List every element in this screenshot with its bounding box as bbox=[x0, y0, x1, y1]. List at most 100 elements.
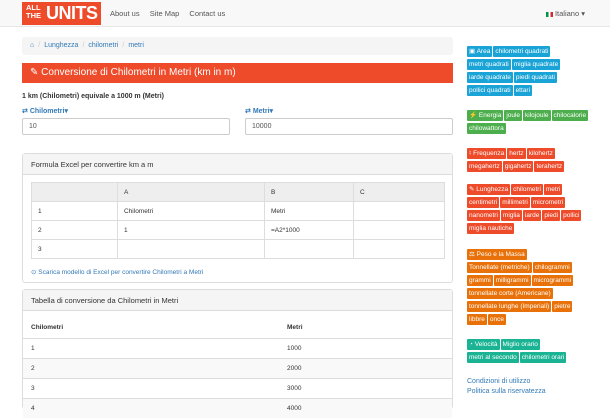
unit-link[interactable]: chilogrammi bbox=[532, 262, 572, 273]
unit-link[interactable]: joule bbox=[504, 110, 523, 121]
unit-link[interactable]: hertz bbox=[507, 148, 526, 159]
excel-panel-heading: Formula Excel per convertire km a m bbox=[23, 154, 452, 175]
unit-link[interactable]: once bbox=[487, 314, 507, 325]
category-link[interactable]: ♮ Frequenza bbox=[467, 148, 507, 159]
unit-link[interactable]: metri quadrati bbox=[467, 59, 511, 70]
unit-link[interactable]: miglia quadrate bbox=[511, 59, 561, 70]
link-label: megahertz bbox=[469, 163, 500, 170]
link-label: libbre bbox=[469, 316, 485, 323]
category-link[interactable]: ◔ Velocità bbox=[467, 339, 500, 350]
site-logo[interactable]: ALL THE UNITS bbox=[22, 2, 101, 25]
link-label: metri bbox=[545, 186, 561, 193]
unit-link[interactable]: piedi bbox=[542, 210, 561, 221]
link-label: Velocità bbox=[474, 341, 498, 348]
conversion-table: Chilometri Metri 1 1000 2 2000 3 3000 4 4000 bbox=[23, 318, 452, 418]
to-value-input[interactable]: 10000 bbox=[245, 118, 453, 135]
unit-link[interactable]: metri al secondo bbox=[467, 352, 519, 363]
from-unit-dropdown[interactable]: ⇄ Chilometri▾ bbox=[22, 107, 68, 115]
unit-link[interactable]: pollici quadrati bbox=[467, 85, 513, 96]
link-label: Miglio orario bbox=[502, 341, 538, 348]
unit-link[interactable]: Miglio orario bbox=[500, 339, 540, 350]
unit-link[interactable]: millimetri bbox=[500, 197, 530, 208]
page-title: ✎ Conversione di Chilometri in Metri (km… bbox=[22, 63, 453, 83]
unit-link[interactable]: terahertz bbox=[534, 161, 565, 172]
unit-link[interactable]: kilohertz bbox=[526, 148, 555, 159]
link-label: kilojoule bbox=[525, 112, 549, 119]
nav-sitemap-link[interactable]: Site Map bbox=[150, 9, 180, 18]
link-label: chilometri quadrati bbox=[495, 48, 549, 55]
sidebar-group: ✎ Lunghezza chilometri metri centimetri mill… bbox=[467, 184, 591, 236]
unit-link[interactable]: chilometri quadrati bbox=[493, 46, 551, 57]
breadcrumb-chilometri[interactable]: chilometri bbox=[88, 42, 118, 49]
unit-link[interactable]: megahertz bbox=[467, 161, 502, 172]
unit-link[interactable]: ettari bbox=[513, 85, 533, 96]
link-label: iarde quadrate bbox=[469, 74, 511, 81]
link-label: chilogrammi bbox=[534, 264, 570, 271]
italy-flag-icon bbox=[545, 11, 553, 17]
link-label: miglia quadrate bbox=[513, 61, 559, 68]
unit-link[interactable]: chilocalorie bbox=[551, 110, 589, 121]
link-label: Area bbox=[476, 48, 491, 55]
unit-link[interactable]: pollici bbox=[561, 210, 582, 221]
table-row: 4 4000 bbox=[23, 397, 452, 418]
nav-about-link[interactable]: About us bbox=[110, 9, 140, 18]
link-label: piedi quadrati bbox=[515, 74, 555, 81]
unit-link[interactable]: iarde quadrate bbox=[467, 72, 513, 83]
unit-link[interactable]: gigahertz bbox=[502, 161, 534, 172]
unit-link[interactable]: centimetri bbox=[467, 197, 500, 208]
conversion-table-heading: Tabella di conversione da Chilometri in … bbox=[23, 290, 452, 311]
nav-contact-link[interactable]: Contact us bbox=[189, 9, 225, 18]
link-label: metri al secondo bbox=[469, 354, 517, 361]
table-row: 2 2000 bbox=[23, 357, 452, 378]
sidebar-group: ⚖ Peso e la Massa Tonnellate (metriche) ch… bbox=[467, 249, 591, 327]
unit-link[interactable]: iarde bbox=[522, 210, 542, 221]
to-unit-dropdown[interactable]: ⇄ Metri▾ bbox=[245, 107, 273, 115]
unit-link[interactable]: grammi bbox=[467, 275, 493, 286]
excel-table: ABC 1 Chilometri Metri 2 1 =A2*1000 3 bbox=[31, 182, 445, 259]
link-label: chilometri orari bbox=[521, 354, 565, 361]
unit-link[interactable]: microgrammi bbox=[531, 275, 574, 286]
download-excel-link[interactable]: ⊙ Scarica modello di Excel per convertir… bbox=[31, 268, 203, 276]
breadcrumb-lunghezza[interactable]: Lunghezza bbox=[44, 42, 78, 49]
link-label: chilocalorie bbox=[553, 112, 587, 119]
terms-link[interactable]: Condizioni di utilizzo bbox=[467, 377, 546, 387]
link-label: nanometri bbox=[469, 212, 498, 219]
unit-link[interactable]: libbre bbox=[467, 314, 487, 325]
language-dropdown[interactable]: Italiano ▾ bbox=[545, 9, 585, 18]
table-row: 3 3000 bbox=[23, 377, 452, 398]
link-label: kilohertz bbox=[528, 150, 553, 157]
unit-link[interactable]: kilojoule bbox=[523, 110, 551, 121]
unit-link[interactable]: tonnellate corte (Americane) bbox=[467, 288, 553, 299]
unit-link[interactable]: chilowattora bbox=[467, 123, 506, 134]
unit-link[interactable]: miglia bbox=[500, 210, 522, 221]
category-link[interactable]: ⚖ Peso e la Massa bbox=[467, 249, 527, 260]
link-label: ettari bbox=[515, 87, 531, 94]
unit-link[interactable]: Tonnellate (metriche) bbox=[467, 262, 532, 273]
category-link[interactable]: ✎ Lunghezza bbox=[467, 184, 511, 195]
pencil-icon: ✎ bbox=[30, 67, 39, 78]
link-label: miglia nautiche bbox=[469, 225, 513, 232]
link-label: centimetri bbox=[469, 199, 498, 206]
category-link[interactable]: ▣ Area bbox=[467, 46, 493, 57]
link-label: microgrammi bbox=[533, 277, 572, 284]
link-label: terahertz bbox=[536, 163, 563, 170]
unit-link[interactable]: chilometri bbox=[511, 184, 543, 195]
unit-link[interactable]: tonnellate lunghe (Imperiali) bbox=[467, 301, 552, 312]
unit-link[interactable]: piedi quadrati bbox=[513, 72, 557, 83]
link-label: Peso e la Massa bbox=[476, 251, 525, 258]
home-icon[interactable]: ⌂ bbox=[30, 42, 34, 49]
unit-link[interactable]: miglia nautiche bbox=[467, 223, 515, 234]
unit-link[interactable]: metri bbox=[543, 184, 563, 195]
unit-link[interactable]: pietre bbox=[552, 301, 573, 312]
unit-link[interactable]: micrometri bbox=[530, 197, 566, 208]
unit-link[interactable]: chilometri orari bbox=[519, 352, 567, 363]
category-link[interactable]: ⚡ Energia bbox=[467, 110, 504, 121]
from-value-input[interactable]: 10 bbox=[22, 118, 230, 135]
sidebar-group: ◔ Velocità Miglio orario metri al secondo c… bbox=[467, 339, 591, 365]
unit-link[interactable]: nanometri bbox=[467, 210, 500, 221]
unit-link[interactable]: milligrammi bbox=[493, 275, 531, 286]
breadcrumb-metri[interactable]: metri bbox=[128, 42, 144, 49]
privacy-link[interactable]: Politica sulla riservatezza bbox=[467, 387, 546, 397]
link-label: Frequenza bbox=[473, 150, 505, 157]
conversion-table-panel: Tabella di conversione da Chilometri in … bbox=[22, 289, 453, 418]
